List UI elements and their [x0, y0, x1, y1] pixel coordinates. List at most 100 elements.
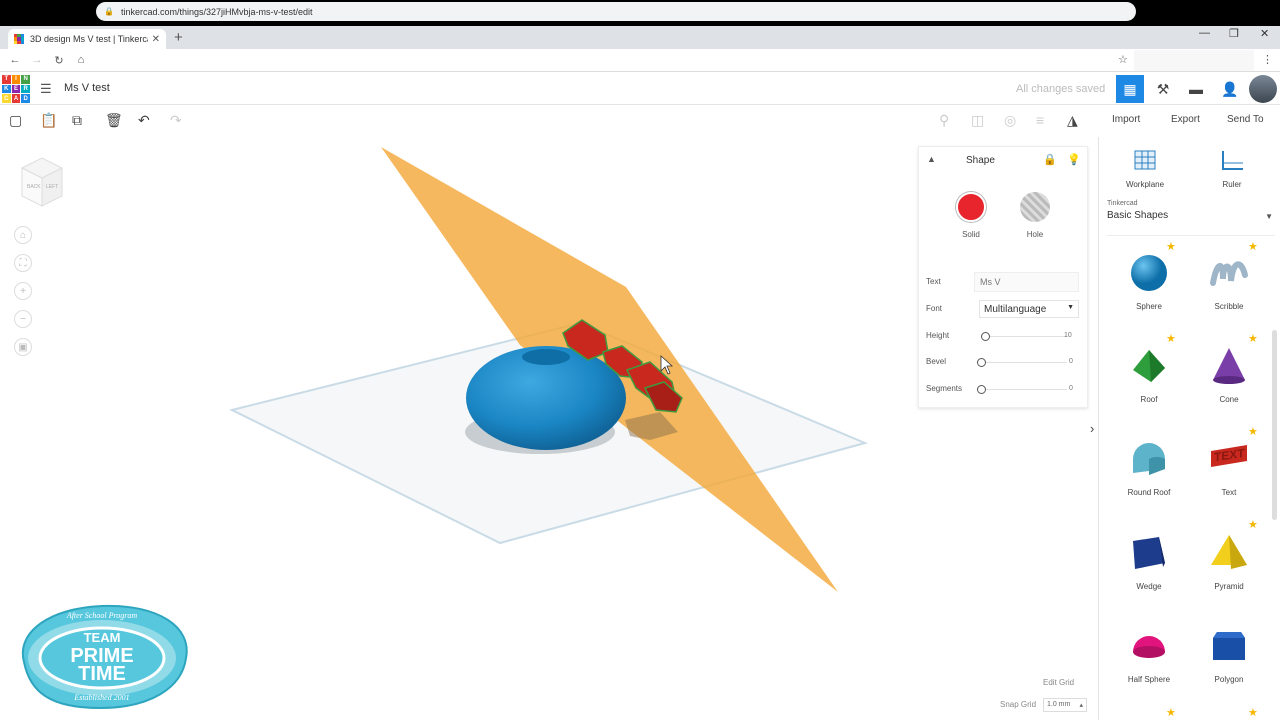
hammer-pick-icon: ⚒: [1156, 80, 1170, 97]
design-list-icon[interactable]: ☰: [40, 81, 52, 97]
text-input[interactable]: Ms V: [974, 272, 1079, 292]
snap-caret-icon: ▴: [1079, 702, 1083, 709]
group-icon[interactable]: ◫: [971, 112, 984, 129]
height-value: 10: [1064, 332, 1072, 339]
edit-grid-button[interactable]: Edit Grid: [1043, 678, 1074, 687]
shape-round-roof[interactable]: Round Roof: [1119, 439, 1179, 497]
favorite-star-icon[interactable]: ★: [1166, 240, 1176, 253]
zoom-in-button[interactable]: +: [14, 282, 32, 300]
ruler-label: Ruler: [1222, 180, 1242, 189]
delete-icon[interactable]: 🗑: [105, 112, 123, 129]
logo-team: TEAM: [84, 630, 121, 645]
favorite-star-icon[interactable]: ★: [1248, 240, 1258, 253]
undo-icon[interactable]: ↶: [138, 112, 150, 129]
segments-slider-knob[interactable]: [977, 385, 986, 394]
font-select-value: Multilanguage: [984, 304, 1047, 315]
ungroup-icon[interactable]: ◎: [1004, 112, 1016, 129]
hole-swatch[interactable]: [1020, 192, 1050, 222]
favorite-star-icon[interactable]: ★: [1248, 332, 1258, 345]
browser-tab[interactable]: 3D design Ms V test | Tinkercad ✕: [8, 29, 166, 49]
workplane-icon: [1134, 150, 1156, 170]
paste-icon[interactable]: 📋: [40, 112, 57, 129]
solid-color-swatch[interactable]: [956, 192, 986, 222]
category-value: Basic Shapes: [1107, 210, 1169, 221]
shape-wedge[interactable]: Wedge: [1119, 533, 1179, 591]
home-view-button[interactable]: ⌂: [14, 226, 32, 244]
notes-bulb-icon[interactable]: ⚲: [939, 112, 949, 129]
favorite-star-icon[interactable]: ★: [1166, 706, 1176, 719]
ortho-view-button[interactable]: ▣: [14, 338, 32, 356]
logo-letter: N: [21, 75, 30, 84]
favorite-star-icon[interactable]: ★: [1248, 518, 1258, 531]
font-select[interactable]: Multilanguage ▼: [979, 300, 1079, 318]
workplane-tool[interactable]: Workplane: [1115, 149, 1175, 189]
zoom-in-icon: +: [20, 285, 26, 297]
shape-polygon[interactable]: Polygon: [1199, 626, 1259, 684]
segments-slider[interactable]: [977, 385, 1067, 394]
3d-view-button[interactable]: ▦: [1116, 75, 1144, 103]
logo-letter: T: [2, 75, 11, 84]
view-cube[interactable]: BACK LEFT: [18, 156, 66, 208]
mirror-icon[interactable]: ◮: [1067, 112, 1078, 129]
redo-icon[interactable]: ↷: [170, 112, 182, 129]
window-close-icon[interactable]: ✕: [1260, 27, 1269, 40]
align-icon[interactable]: ≡: [1036, 112, 1044, 128]
light-bulb-icon[interactable]: 💡: [1067, 153, 1081, 166]
snap-grid-value: 1.0 mm: [1047, 701, 1071, 708]
bricks-button[interactable]: ▬: [1182, 75, 1210, 103]
back-arrow-icon[interactable]: ←: [4, 54, 26, 66]
tab-close-icon[interactable]: ✕: [152, 34, 160, 45]
shape-scribble[interactable]: Scribble: [1199, 253, 1259, 311]
avatar[interactable]: [1249, 75, 1277, 103]
shape-text[interactable]: TEXT Text: [1199, 439, 1259, 497]
favorite-star-icon[interactable]: ★: [1248, 706, 1258, 719]
fit-view-button[interactable]: ⛶: [14, 254, 32, 272]
add-user-button[interactable]: 👤: [1216, 75, 1244, 103]
hole-label: Hole: [1026, 230, 1044, 239]
shapes-library: Workplane Ruler Tinkercad Basic Shapes ▼…: [1098, 137, 1280, 720]
height-slider[interactable]: [981, 332, 1067, 341]
shape-sphere[interactable]: Sphere: [1119, 253, 1179, 311]
lock-shape-icon[interactable]: 🔒: [1043, 153, 1057, 166]
scribble-icon: [1210, 261, 1248, 286]
export-button[interactable]: Export: [1171, 114, 1200, 125]
blocks-button[interactable]: ⚒: [1149, 75, 1177, 103]
bevel-slider-knob[interactable]: [977, 358, 986, 367]
tab-title: 3D design Ms V test | Tinkercad: [30, 34, 148, 44]
bookmark-star-icon[interactable]: ☆: [1118, 53, 1128, 66]
forward-arrow-icon[interactable]: →: [26, 54, 48, 66]
shape-roof[interactable]: Roof: [1119, 346, 1179, 404]
favorite-star-icon[interactable]: ★: [1166, 332, 1176, 345]
shape-cone[interactable]: Cone: [1199, 346, 1259, 404]
minimize-icon[interactable]: —: [1199, 27, 1210, 39]
shape-category-select[interactable]: Tinkercad Basic Shapes ▼: [1107, 200, 1275, 236]
collapse-arrow-icon[interactable]: ▲: [927, 154, 936, 164]
duplicate-icon[interactable]: ⧉: [72, 112, 82, 129]
browser-address-row: ← → ↻ ⌂: [0, 49, 1280, 72]
bevel-slider[interactable]: [977, 358, 1067, 367]
favorite-star-icon[interactable]: ★: [1248, 425, 1258, 438]
shape-half-sphere[interactable]: Half Sphere: [1119, 626, 1179, 684]
restore-icon[interactable]: ❐: [1229, 27, 1239, 40]
browser-menu-icon[interactable]: ⋮: [1262, 53, 1273, 66]
ruler-tool[interactable]: Ruler: [1202, 149, 1262, 189]
new-tab-icon[interactable]: +: [174, 29, 183, 46]
zoom-out-button[interactable]: −: [14, 310, 32, 328]
import-button[interactable]: Import: [1112, 114, 1140, 125]
url-bar[interactable]: 🔒 tinkercad.com/things/327jiHMvbja-ms-v-…: [96, 2, 1136, 21]
category-source: Tinkercad: [1107, 200, 1138, 207]
height-slider-knob[interactable]: [981, 332, 990, 341]
new-shape-icon[interactable]: ▢: [9, 112, 22, 129]
tinkercad-logo[interactable]: TIN KER CAD: [2, 75, 30, 103]
design-name[interactable]: Ms V test: [64, 82, 110, 94]
bevel-prop-label: Bevel: [926, 357, 947, 366]
send-to-button[interactable]: Send To: [1227, 114, 1264, 125]
shape-pyramid[interactable]: Pyramid: [1199, 533, 1259, 591]
save-status: All changes saved: [1016, 83, 1106, 95]
home-icon[interactable]: ⌂: [70, 54, 92, 66]
library-scrollbar[interactable]: [1272, 330, 1277, 520]
snap-grid-select[interactable]: 1.0 mm ▴: [1043, 698, 1087, 712]
sphere-icon: [1131, 255, 1167, 291]
reload-icon[interactable]: ↻: [48, 54, 70, 67]
panel-toggle-chevron-icon[interactable]: ›: [1090, 421, 1094, 436]
